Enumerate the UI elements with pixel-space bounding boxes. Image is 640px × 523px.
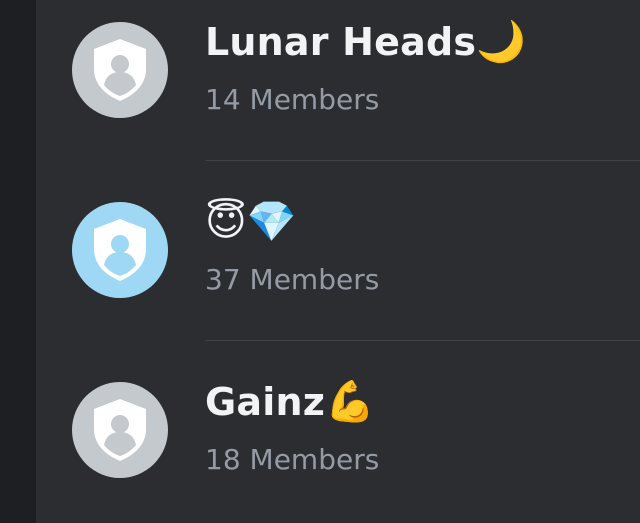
divider bbox=[205, 340, 640, 341]
shield-user-icon bbox=[94, 219, 146, 281]
angel-diamond-emoji-icon: 😇💎 bbox=[205, 199, 297, 245]
server-list: Lunar Heads🌙 14 Members 😇💎 37 Members Ga… bbox=[36, 0, 640, 523]
server-name: 😇💎 bbox=[205, 195, 297, 249]
server-name: Lunar Heads🌙 bbox=[205, 15, 526, 69]
server-row-lunar-heads[interactable]: Lunar Heads🌙 14 Members bbox=[36, 0, 640, 162]
server-row-angel-diamond[interactable]: 😇💎 37 Members bbox=[36, 162, 640, 342]
member-count: 37 Members bbox=[205, 263, 380, 296]
server-row-gainz[interactable]: Gainz💪 18 Members bbox=[36, 342, 640, 522]
server-name-text: Gainz bbox=[205, 380, 326, 424]
member-count: 18 Members bbox=[205, 443, 380, 476]
server-avatar bbox=[72, 382, 168, 478]
left-rail bbox=[0, 0, 36, 523]
server-name: Gainz💪 bbox=[205, 375, 375, 429]
server-avatar bbox=[72, 202, 168, 298]
crescent-moon-icon: 🌙 bbox=[476, 19, 527, 65]
divider bbox=[205, 160, 640, 161]
server-list-screen: Lunar Heads🌙 14 Members 😇💎 37 Members Ga… bbox=[0, 0, 640, 523]
flexed-biceps-icon: 💪 bbox=[325, 379, 376, 425]
server-name-text: Lunar Heads bbox=[205, 20, 477, 64]
shield-user-icon bbox=[94, 399, 146, 461]
member-count: 14 Members bbox=[205, 83, 380, 116]
server-avatar bbox=[72, 22, 168, 118]
shield-user-icon bbox=[94, 39, 146, 101]
